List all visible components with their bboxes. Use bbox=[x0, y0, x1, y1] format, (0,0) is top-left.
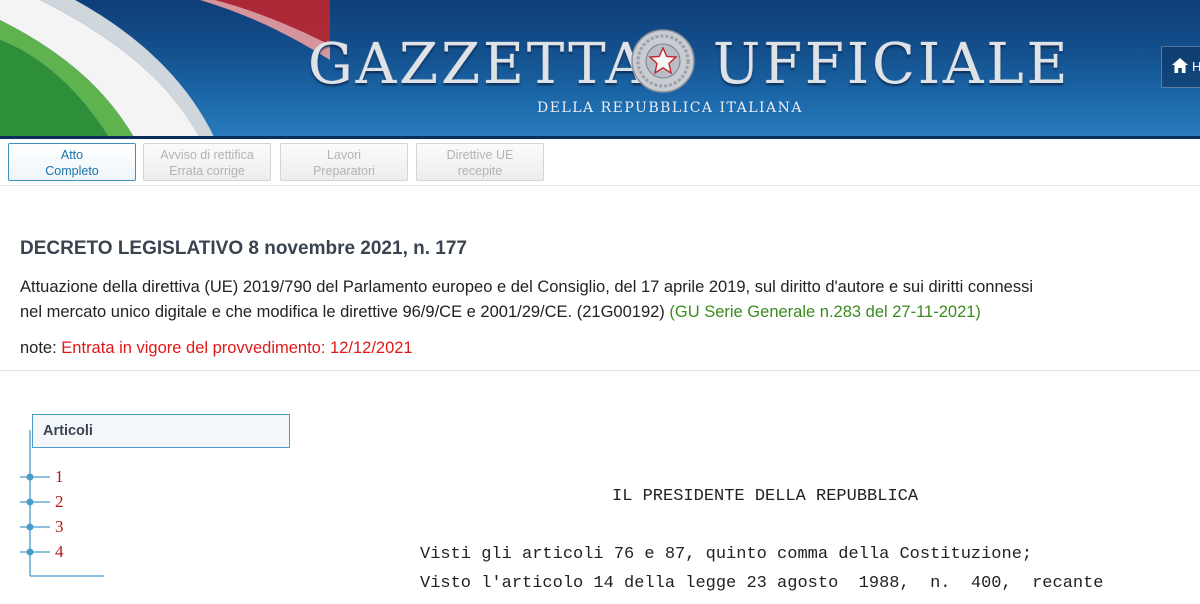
document-note: note: Entrata in vigore del provvediment… bbox=[20, 339, 413, 358]
tab-label-line2: Preparatori bbox=[313, 164, 375, 178]
tab-label-line2: recepite bbox=[457, 164, 503, 178]
act-heading: IL PRESIDENTE DELLA REPUBBLICA bbox=[612, 487, 919, 506]
act-text-line: Visto l'articolo 14 della legge 23 agost… bbox=[420, 574, 1104, 593]
home-icon bbox=[1172, 58, 1188, 73]
italian-republic-emblem-icon bbox=[631, 29, 695, 93]
article-link-1[interactable]: 1 bbox=[55, 467, 64, 487]
gu-reference-link[interactable]: (GU Serie Generale n.283 del 27-11-2021) bbox=[669, 303, 981, 321]
tab-label-line1: Atto bbox=[60, 148, 84, 162]
tab-label-line1: Lavori bbox=[326, 148, 362, 162]
tricolor-waves-graphic bbox=[0, 0, 330, 139]
header-banner: GAZZETTA UFFICIALE DELLA REPUBBLICA ITAL… bbox=[0, 0, 1200, 139]
tab-label-line2: Errata corrige bbox=[169, 164, 245, 178]
article-link-4[interactable]: 4 bbox=[55, 542, 64, 562]
tab-avviso-di-rettifica[interactable]: Avviso di rettifica Errata corrige bbox=[143, 143, 271, 181]
tab-lavori-preparatori[interactable]: Lavori Preparatori bbox=[280, 143, 408, 181]
tab-label-line1: Avviso di rettifica bbox=[160, 148, 254, 162]
document-tabs: Atto Completo Avviso di rettifica Errata… bbox=[0, 139, 1200, 186]
description-line2: nel mercato unico digitale e che modific… bbox=[20, 303, 670, 321]
header-title-right: UFFICIALE bbox=[713, 32, 1071, 97]
note-value: Entrata in vigore del provvedimento: 12/… bbox=[61, 339, 413, 357]
home-link[interactable]: H bbox=[1161, 46, 1200, 88]
tab-direttive-ue-recepite[interactable]: Direttive UE recepite bbox=[416, 143, 544, 181]
tab-label-line1: Direttive UE bbox=[446, 148, 514, 162]
header-title-left: GAZZETTA bbox=[308, 32, 649, 97]
tab-label-line2: Completo bbox=[45, 164, 99, 178]
note-label: note: bbox=[20, 339, 62, 357]
act-text-line: Visti gli articoli 76 e 87, quinto comma… bbox=[420, 545, 1033, 564]
home-label: H bbox=[1192, 59, 1200, 74]
article-link-2[interactable]: 2 bbox=[55, 492, 64, 512]
document-description: Attuazione della direttiva (UE) 2019/790… bbox=[20, 275, 1160, 325]
header-subtitle: DELLA REPUBBLICA ITALIANA bbox=[536, 100, 804, 116]
tab-atto-completo[interactable]: Atto Completo bbox=[8, 143, 136, 181]
article-link-3[interactable]: 3 bbox=[55, 517, 64, 537]
description-line1: Attuazione della direttiva (UE) 2019/790… bbox=[20, 278, 1034, 296]
divider bbox=[0, 370, 1200, 371]
document-title: DECRETO LEGISLATIVO 8 novembre 2021, n. … bbox=[20, 238, 467, 259]
